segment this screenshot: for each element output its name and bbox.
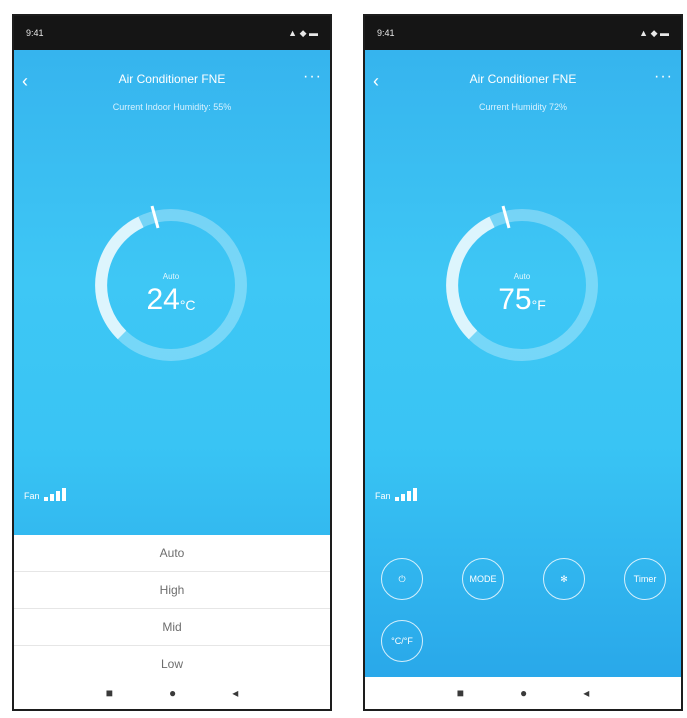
fan-label: Fan [375, 491, 391, 501]
temperature-dial[interactable]: Auto 75°F [437, 200, 607, 370]
picker-option-auto[interactable]: Auto [14, 535, 330, 572]
fan-bars-icon [394, 488, 417, 501]
more-options-icon[interactable]: ··· [654, 68, 673, 86]
status-icons: ▲ ◆ ▬ [639, 27, 669, 38]
picker-option-mid[interactable]: Mid [14, 609, 330, 646]
temperature-value: 24 [146, 283, 180, 316]
back-icon[interactable]: ◂ [232, 686, 238, 700]
android-nav-bar: ■ ● ◂ [14, 677, 330, 709]
dial-mode-label: Auto [162, 272, 180, 281]
fan-button[interactable]: ✻ [543, 558, 585, 600]
fan-label: Fan [24, 491, 40, 501]
status-time: 9:41 [377, 28, 395, 38]
power-button[interactable]: ⏻ [381, 558, 423, 600]
fan-speed-indicator: Fan [24, 488, 66, 501]
back-arrow-icon[interactable]: ‹ [373, 72, 379, 90]
status-bar: 9:41 ▲ ◆ ▬ [14, 16, 330, 50]
phone-left: 9:41 ▲ ◆ ▬ ‹ Air Conditioner FNE ··· Cur… [12, 14, 332, 711]
dial-mode-label: Auto [513, 272, 531, 281]
temperature-value: 75 [498, 283, 532, 316]
device-title: Air Conditioner FNE [469, 72, 577, 86]
android-nav-bar: ■ ● ◂ [365, 677, 681, 709]
temperature-dial[interactable]: Auto 24°C [86, 200, 256, 370]
phone-right: 9:41 ▲ ◆ ▬ ‹ Air Conditioner FNE ··· Cur… [363, 14, 683, 711]
fan-bars-icon [43, 488, 66, 501]
humidity-subtitle: Current Humidity 72% [478, 102, 568, 112]
temperature-unit: °C [179, 296, 196, 313]
home-icon[interactable]: ● [520, 686, 527, 700]
device-title: Air Conditioner FNE [118, 72, 226, 86]
fan-speed-indicator: Fan [375, 488, 417, 501]
status-time: 9:41 [26, 28, 44, 38]
recents-icon[interactable]: ■ [457, 686, 464, 700]
fan-speed-picker: Auto High Mid Low [14, 535, 330, 683]
control-buttons: ⏻ MODE ✻ Timer °C/°F [365, 558, 681, 678]
unit-toggle-button[interactable]: °C/°F [381, 620, 423, 662]
home-icon[interactable]: ● [169, 686, 176, 700]
mode-button[interactable]: MODE [462, 558, 504, 600]
more-options-icon[interactable]: ··· [303, 68, 322, 86]
timer-button[interactable]: Timer [624, 558, 666, 600]
status-bar: 9:41 ▲ ◆ ▬ [365, 16, 681, 50]
picker-option-high[interactable]: High [14, 572, 330, 609]
temperature-unit: °F [531, 296, 546, 313]
title-bar: ‹ Air Conditioner FNE ··· [14, 66, 330, 96]
ac-screen: ‹ Air Conditioner FNE ··· Current Humidi… [365, 50, 681, 709]
status-icons: ▲ ◆ ▬ [288, 27, 318, 38]
title-bar: ‹ Air Conditioner FNE ··· [365, 66, 681, 96]
back-icon[interactable]: ◂ [583, 686, 589, 700]
humidity-subtitle: Current Indoor Humidity: 55% [112, 102, 232, 112]
back-arrow-icon[interactable]: ‹ [22, 72, 28, 90]
recents-icon[interactable]: ■ [106, 686, 113, 700]
